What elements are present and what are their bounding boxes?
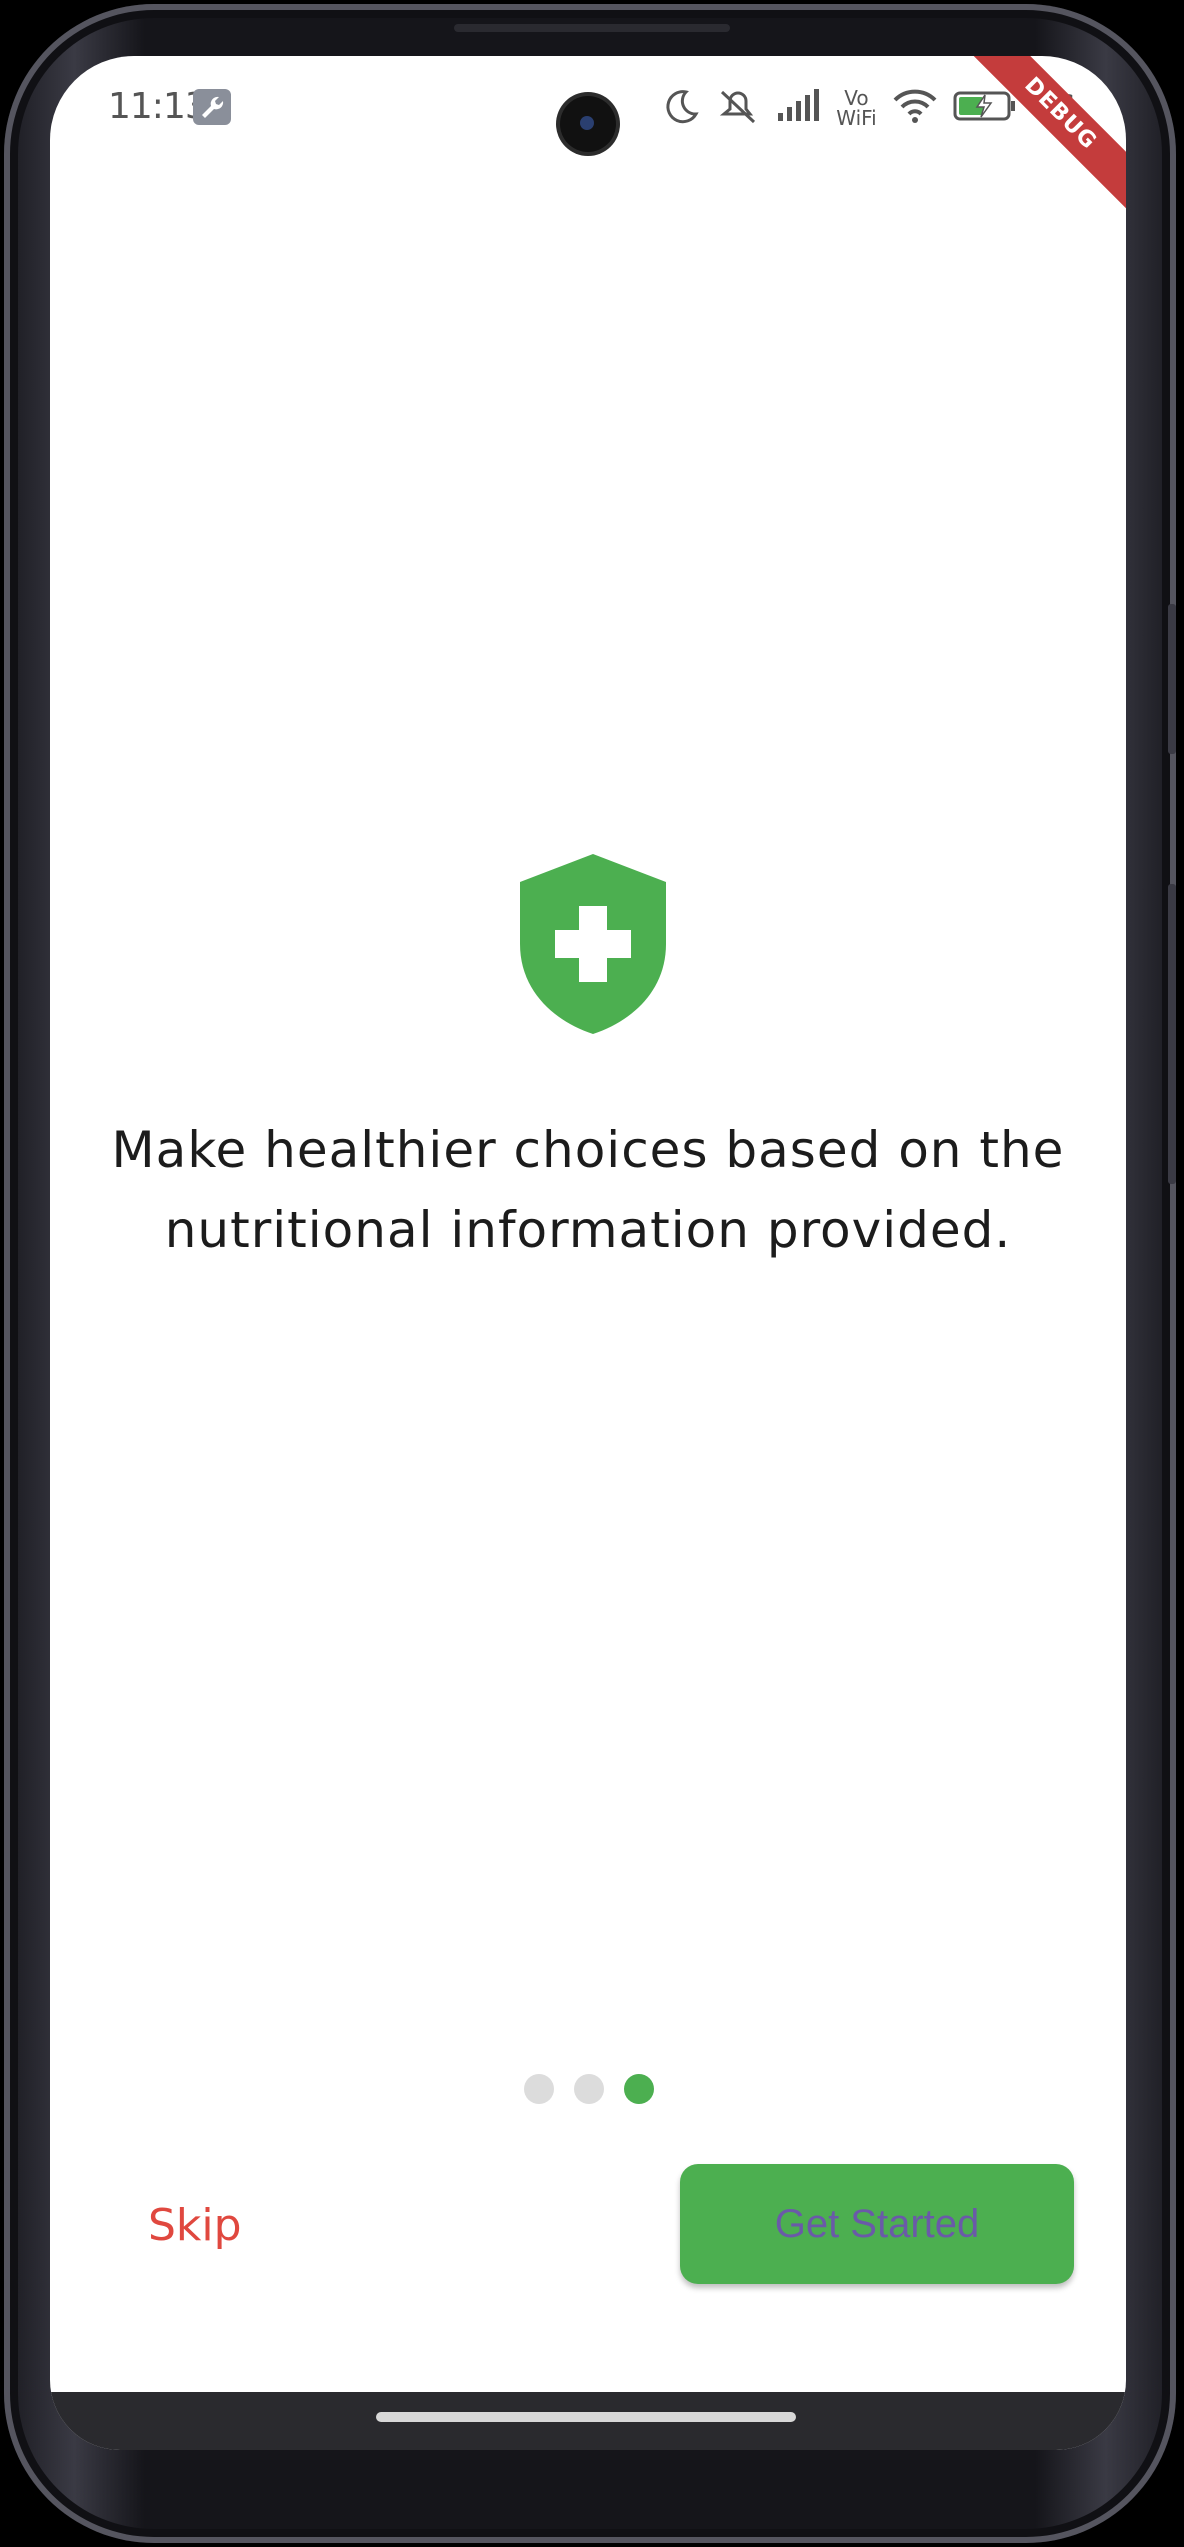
screen: 11:13 Vo WiFi 46 — [50, 56, 1126, 2450]
get-started-button[interactable]: Get Started — [680, 2164, 1074, 2284]
page-indicator — [524, 2074, 654, 2104]
volume-button — [1168, 604, 1176, 754]
page-dot-2[interactable] — [574, 2074, 604, 2104]
earpiece-speaker — [454, 24, 730, 32]
shield-plus-icon — [518, 852, 668, 1036]
page-dot-1[interactable] — [524, 2074, 554, 2104]
skip-button[interactable]: Skip — [148, 2200, 242, 2251]
onboarding-message: Make healthier choices based on the nutr… — [111, 1121, 1065, 1259]
home-gesture-handle[interactable] — [376, 2412, 796, 2422]
onboarding-page: Make healthier choices based on the nutr… — [50, 56, 1126, 2450]
page-dot-3-active[interactable] — [624, 2074, 654, 2104]
power-button — [1168, 884, 1176, 1184]
navigation-bar — [50, 2392, 1126, 2450]
